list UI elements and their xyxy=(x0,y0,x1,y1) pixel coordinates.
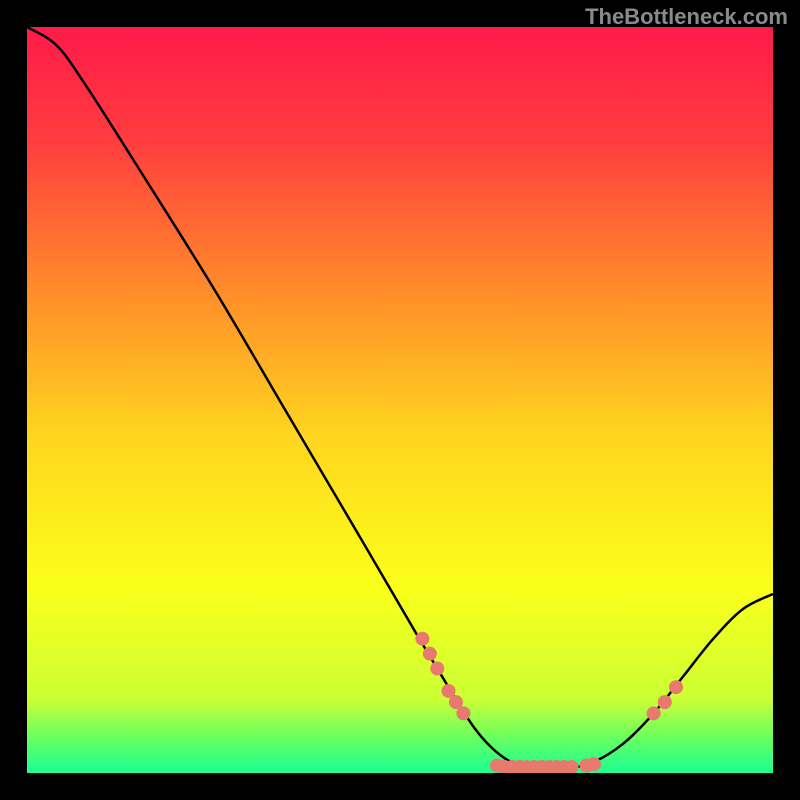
chart-svg xyxy=(27,27,773,773)
chart-plot-area xyxy=(27,27,773,773)
data-marker xyxy=(415,632,429,646)
data-marker xyxy=(647,706,661,720)
data-marker xyxy=(423,647,437,661)
data-marker xyxy=(587,757,601,771)
data-marker xyxy=(658,695,672,709)
gradient-rect xyxy=(27,27,773,773)
data-marker xyxy=(456,706,470,720)
data-marker xyxy=(669,680,683,694)
attribution-text: TheBottleneck.com xyxy=(585,4,788,30)
data-marker xyxy=(430,662,444,676)
